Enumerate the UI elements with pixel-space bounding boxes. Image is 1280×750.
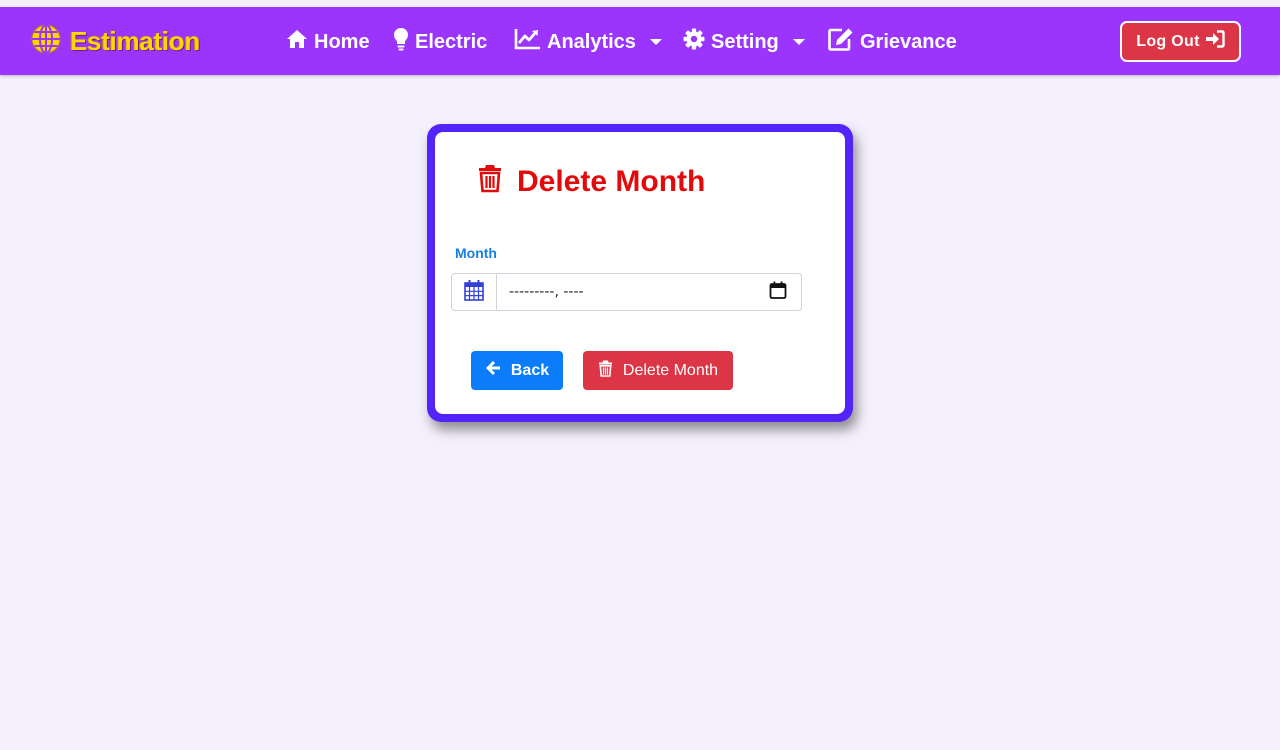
nav-item-label: Setting xyxy=(711,30,779,53)
sign-in-icon xyxy=(1205,30,1225,53)
chevron-down-icon xyxy=(792,39,805,45)
back-button[interactable]: Back xyxy=(471,351,563,390)
globe-icon xyxy=(30,23,62,60)
lightbulb-icon xyxy=(393,27,409,57)
back-button-label: Back xyxy=(510,361,550,379)
brand-name: Estimation xyxy=(70,25,200,56)
delete-month-card: Delete Month Month ---------, ---- Back … xyxy=(427,124,853,422)
delete-month-button-label: Delete Month xyxy=(622,361,719,379)
nav-item-setting[interactable]: Setting xyxy=(683,27,805,57)
nav-item-home[interactable]: Home xyxy=(286,27,370,57)
edit-icon xyxy=(828,27,854,57)
calendar-icon xyxy=(464,279,484,306)
top-strip xyxy=(0,0,1280,7)
month-field[interactable]: ---------, ---- xyxy=(496,273,802,311)
trash-icon xyxy=(598,360,613,382)
nav-item-label: Analytics xyxy=(547,30,636,53)
logout-button-label: Log Out xyxy=(1136,32,1200,50)
calendar-picker-icon[interactable] xyxy=(769,281,787,303)
chart-line-icon xyxy=(514,28,541,56)
chevron-down-icon xyxy=(649,39,662,45)
nav-item-analytics[interactable]: Analytics xyxy=(514,27,662,57)
arrow-left-icon xyxy=(485,360,501,381)
navbar: Estimation Home Electric Analytics Setti… xyxy=(0,7,1280,75)
trash-icon xyxy=(477,163,503,201)
nav-item-label: Home xyxy=(314,30,370,53)
nav-item-electric[interactable]: Electric xyxy=(393,27,487,57)
logout-button[interactable]: Log Out xyxy=(1120,21,1241,62)
nav-item-label: Electric xyxy=(415,30,488,53)
month-input-group: ---------, ---- xyxy=(451,273,802,311)
delete-month-button[interactable]: Delete Month xyxy=(583,351,733,390)
month-addon xyxy=(451,273,496,311)
card-body: Delete Month Month ---------, ---- Back … xyxy=(435,132,845,414)
card-title: Delete Month xyxy=(477,164,705,200)
nav-item-label: Grievance xyxy=(860,30,957,53)
nav-item-grievance[interactable]: Grievance xyxy=(828,27,957,57)
gear-icon xyxy=(683,28,705,56)
month-label: Month xyxy=(455,245,497,261)
brand[interactable]: Estimation xyxy=(30,23,200,60)
page-title: Delete Month xyxy=(517,165,706,198)
home-icon xyxy=(286,29,308,55)
month-field-value: ---------, ---- xyxy=(509,284,584,300)
